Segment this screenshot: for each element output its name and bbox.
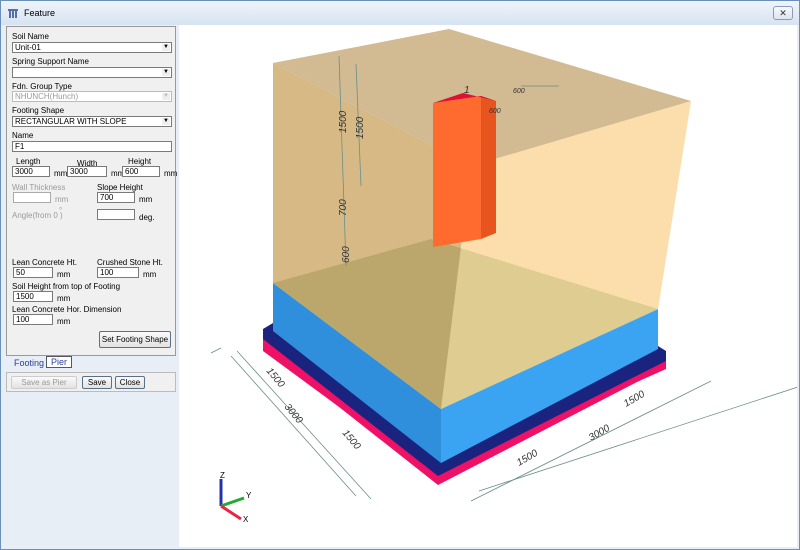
pier-side-face bbox=[481, 96, 496, 239]
dim-right-half-2: 1500 bbox=[622, 389, 647, 410]
length-unit: mm bbox=[54, 169, 68, 178]
height-label: Height bbox=[128, 157, 152, 166]
window-title: Feature bbox=[24, 8, 56, 18]
button-bar: Save as Pier Save Close bbox=[6, 372, 176, 392]
wall-unit: mm bbox=[55, 195, 69, 204]
slope-height-input[interactable]: 700 bbox=[97, 192, 135, 203]
dim-left-half-1: 1500 bbox=[264, 366, 287, 390]
length-label: Length bbox=[16, 157, 41, 166]
dim-height: 600 bbox=[341, 246, 352, 263]
fdn-group-label: Fdn. Group Type bbox=[12, 82, 72, 91]
axis-triad-icon: Z Y X bbox=[219, 471, 252, 524]
dim-left-total: 3000 bbox=[282, 402, 305, 426]
dim-left-half-2: 1500 bbox=[340, 428, 363, 452]
crushed-stone-label: Crushed Stone Ht. bbox=[97, 258, 163, 267]
soil-name-value: Unit-01 bbox=[15, 43, 41, 52]
tab-pier[interactable]: Pier bbox=[46, 356, 73, 368]
3d-viewport[interactable]: 1 600 600 1500 1500 700 600 1500 3000 15… bbox=[179, 25, 800, 547]
soil-name-label: Soil Name bbox=[12, 32, 49, 41]
length-input[interactable]: 3000 bbox=[12, 166, 50, 177]
chevron-down-icon: ▼ bbox=[162, 93, 170, 100]
dim-pier-depth: 600 bbox=[489, 108, 501, 115]
angle-label: Angle(from 0 ) bbox=[12, 211, 63, 220]
fdn-group-select: NHUNCH(Hunch) ▼ bbox=[12, 91, 172, 102]
height-input[interactable]: 600 bbox=[122, 166, 160, 177]
set-footing-shape-button[interactable]: Set Footing Shape bbox=[99, 331, 171, 348]
slope-height-label: Slope Height bbox=[97, 183, 143, 192]
tab-footing[interactable]: Footing bbox=[10, 357, 49, 369]
fdn-group-value: NHUNCH(Hunch) bbox=[15, 92, 79, 101]
angle-input[interactable] bbox=[97, 209, 135, 220]
lean-concrete-input[interactable]: 50 bbox=[13, 267, 53, 278]
wall-thickness-label: Wall Thickness bbox=[12, 183, 66, 192]
crushed-unit: mm bbox=[143, 270, 157, 279]
name-input[interactable]: F1 bbox=[12, 141, 172, 152]
chevron-down-icon: ▼ bbox=[162, 69, 170, 76]
feature-panel: Soil Name Unit-01 ▼ Spring Support Name ▼… bbox=[6, 26, 178, 356]
dim-slope: 700 bbox=[338, 199, 349, 216]
footing-shape-label: Footing Shape bbox=[12, 106, 65, 115]
degree-mark: ° bbox=[59, 206, 63, 215]
save-as-pier-button: Save as Pier bbox=[11, 376, 77, 389]
soil-height-input[interactable]: 1500 bbox=[13, 291, 53, 302]
slope-unit: mm bbox=[139, 195, 153, 204]
chevron-down-icon: ▼ bbox=[162, 44, 170, 51]
footing-shape-value: RECTANGULAR WITH SLOPE bbox=[15, 117, 127, 126]
dim-right-half-1: 1500 bbox=[515, 448, 540, 469]
axis-x-label: X bbox=[243, 515, 249, 524]
crushed-stone-input[interactable]: 100 bbox=[97, 267, 139, 278]
footing-shape-select[interactable]: RECTANGULAR WITH SLOPE ▼ bbox=[12, 116, 172, 127]
lean-hor-label: Lean Concrete Hor. Dimension bbox=[12, 305, 122, 314]
lean-concrete-label: Lean Concrete Ht. bbox=[12, 258, 77, 267]
soil-height-unit: mm bbox=[57, 294, 71, 303]
dim-soil-1: 1500 bbox=[338, 110, 349, 133]
name-label: Name bbox=[12, 131, 34, 140]
pier-front-face bbox=[433, 96, 481, 247]
dim-pier-label: 1 bbox=[464, 85, 470, 96]
height-unit: mm bbox=[164, 169, 178, 178]
angle-unit: deg. bbox=[139, 213, 155, 222]
feature-icon bbox=[8, 9, 18, 18]
save-button[interactable]: Save bbox=[82, 376, 112, 389]
spring-support-select[interactable]: ▼ bbox=[12, 67, 172, 78]
soil-height-label: Soil Height from top of Footing bbox=[12, 282, 121, 291]
dim-right-total: 3000 bbox=[587, 423, 612, 444]
axis-z-label: Z bbox=[220, 471, 225, 480]
spring-support-label: Spring Support Name bbox=[12, 57, 89, 66]
chevron-down-icon: ▼ bbox=[162, 118, 170, 125]
feature-window: Feature ✕ Soil Name Unit-01 ▼ Spring Supp… bbox=[0, 0, 800, 550]
wall-thickness-input bbox=[13, 192, 51, 203]
soil-name-select[interactable]: Unit-01 ▼ bbox=[12, 42, 172, 53]
title-bar: Feature ✕ bbox=[1, 1, 799, 25]
close-button[interactable]: Close bbox=[115, 376, 145, 389]
axis-y-label: Y bbox=[246, 491, 252, 500]
lean-hor-input[interactable]: 100 bbox=[13, 314, 53, 325]
width-input[interactable]: 3000 bbox=[67, 166, 107, 177]
lean-hor-unit: mm bbox=[57, 317, 71, 326]
lean-unit: mm bbox=[57, 270, 71, 279]
dim-pier-width: 600 bbox=[513, 88, 525, 95]
close-window-button[interactable]: ✕ bbox=[773, 6, 793, 20]
dim-soil-2: 1500 bbox=[355, 116, 366, 139]
